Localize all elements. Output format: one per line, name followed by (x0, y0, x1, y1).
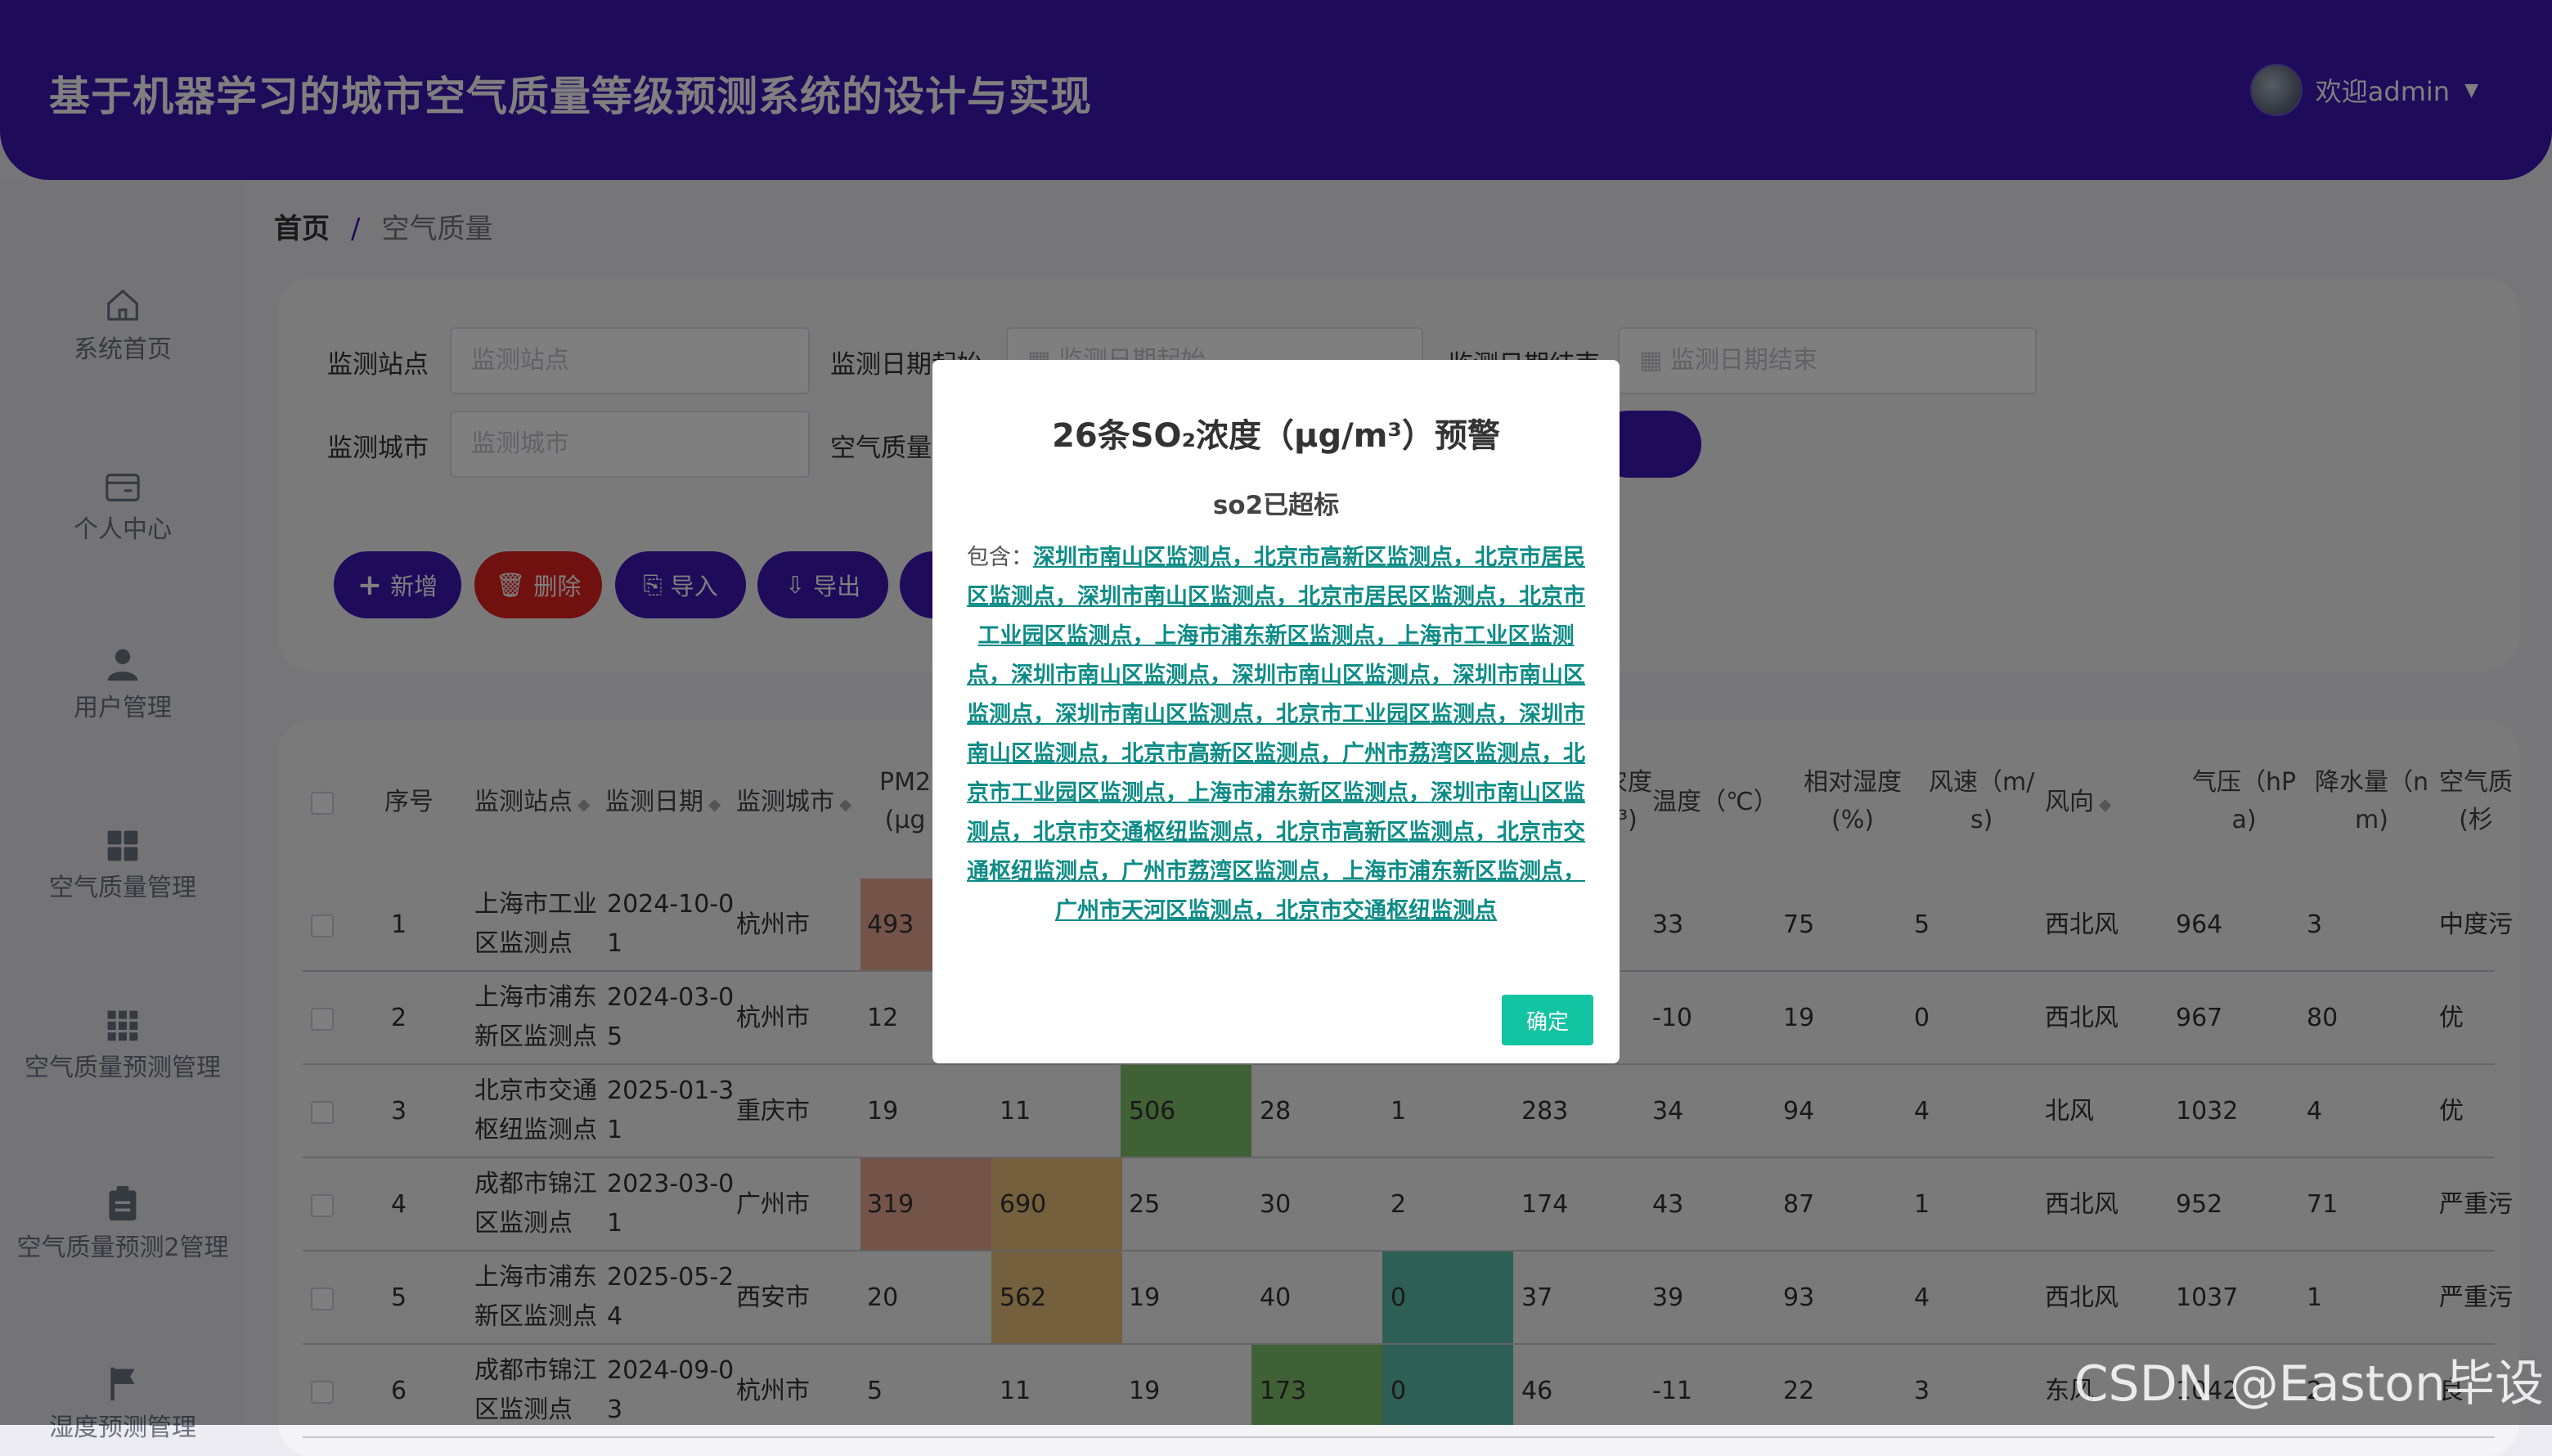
dialog-body: 包含：深圳市南山区监测点，北京市高新区监测点，北京市居民区监测点，深圳市南山区监… (967, 538, 1585, 931)
watermark: CSDN @Easton毕设 (2074, 1344, 2544, 1415)
dialog-subtitle: so2已超标 (932, 484, 1620, 521)
station-links[interactable]: 深圳市南山区监测点，北京市高新区监测点，北京市居民区监测点，深圳市南山区监测点，… (967, 545, 1585, 923)
alert-dialog: 26条SO₂浓度（μg/m³）预警 so2已超标 包含：深圳市南山区监测点，北京… (932, 360, 1620, 1063)
dialog-prefix: 包含： (967, 545, 1033, 570)
dialog-title: 26条SO₂浓度（μg/m³）预警 (932, 409, 1620, 456)
ok-button[interactable]: 确定 (1502, 995, 1593, 1045)
